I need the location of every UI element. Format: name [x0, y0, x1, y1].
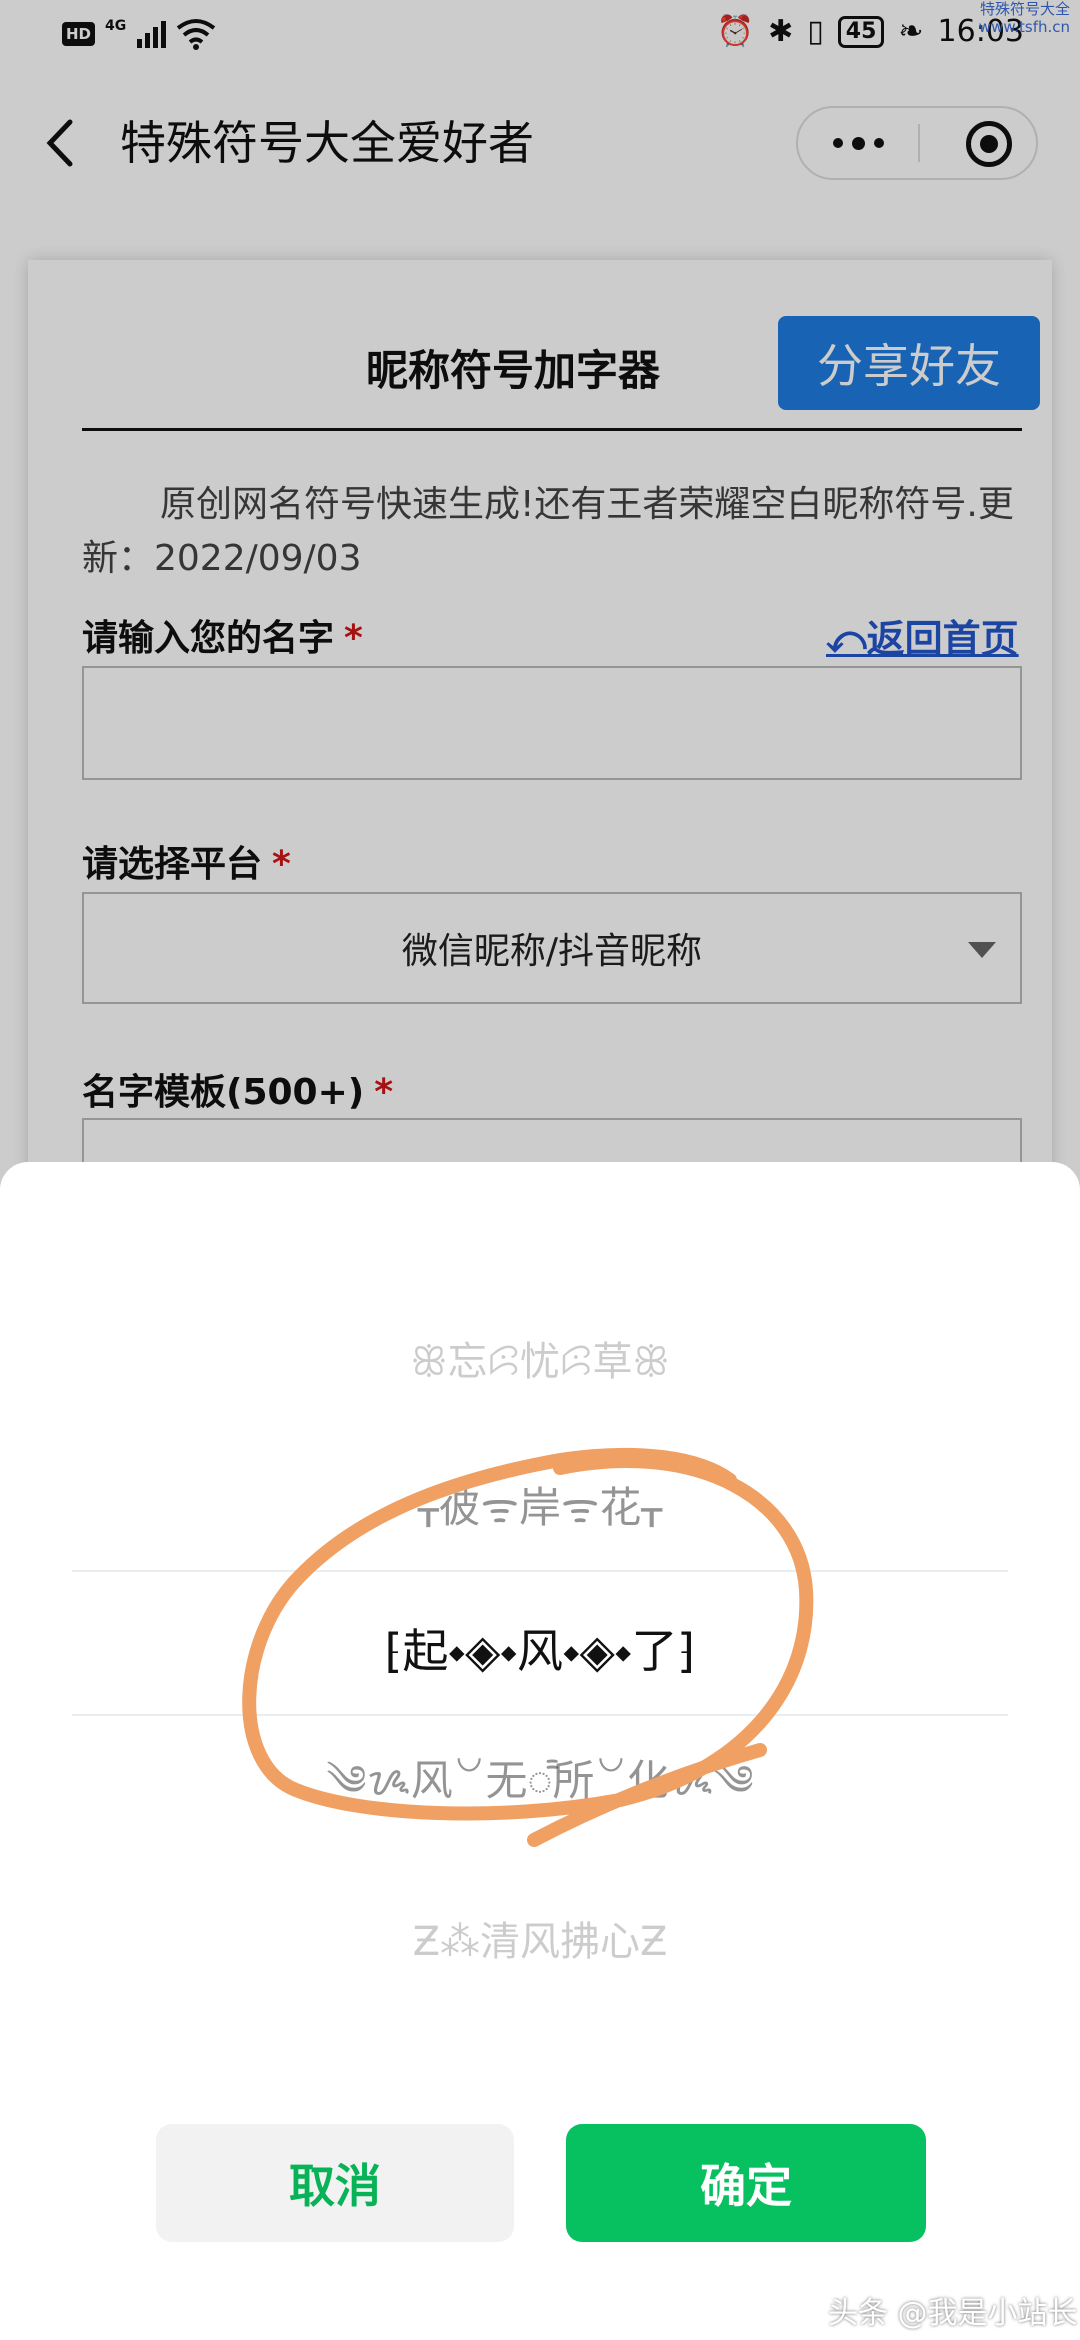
- cancel-button[interactable]: 取消: [156, 2124, 514, 2242]
- picker-indicator-top: [72, 1570, 1008, 1572]
- confirm-button[interactable]: 确定: [566, 2124, 926, 2242]
- picker-option[interactable]: Ƶ⁂清风拂心Ƶ: [0, 1888, 1080, 1988]
- picker-option-selected[interactable]: ⁅起⬩◈⬩风⬩◈⬩了⁆: [0, 1598, 1080, 1698]
- picker-option[interactable]: ༄ᝰ风꒡无ᯱ所꒡化ᝰ༄: [0, 1742, 1080, 1842]
- picker-option[interactable]: ꕥ忘ꕸ忧ꕸ草ꕥ: [0, 1308, 1080, 1408]
- picker-indicator-bottom: [72, 1714, 1008, 1716]
- picker-option[interactable]: ᚁ彼ᯤ岸ᯤ花ᚁ: [0, 1454, 1080, 1554]
- watermark-bottom: 头条 @我是小站长: [828, 2296, 1078, 2331]
